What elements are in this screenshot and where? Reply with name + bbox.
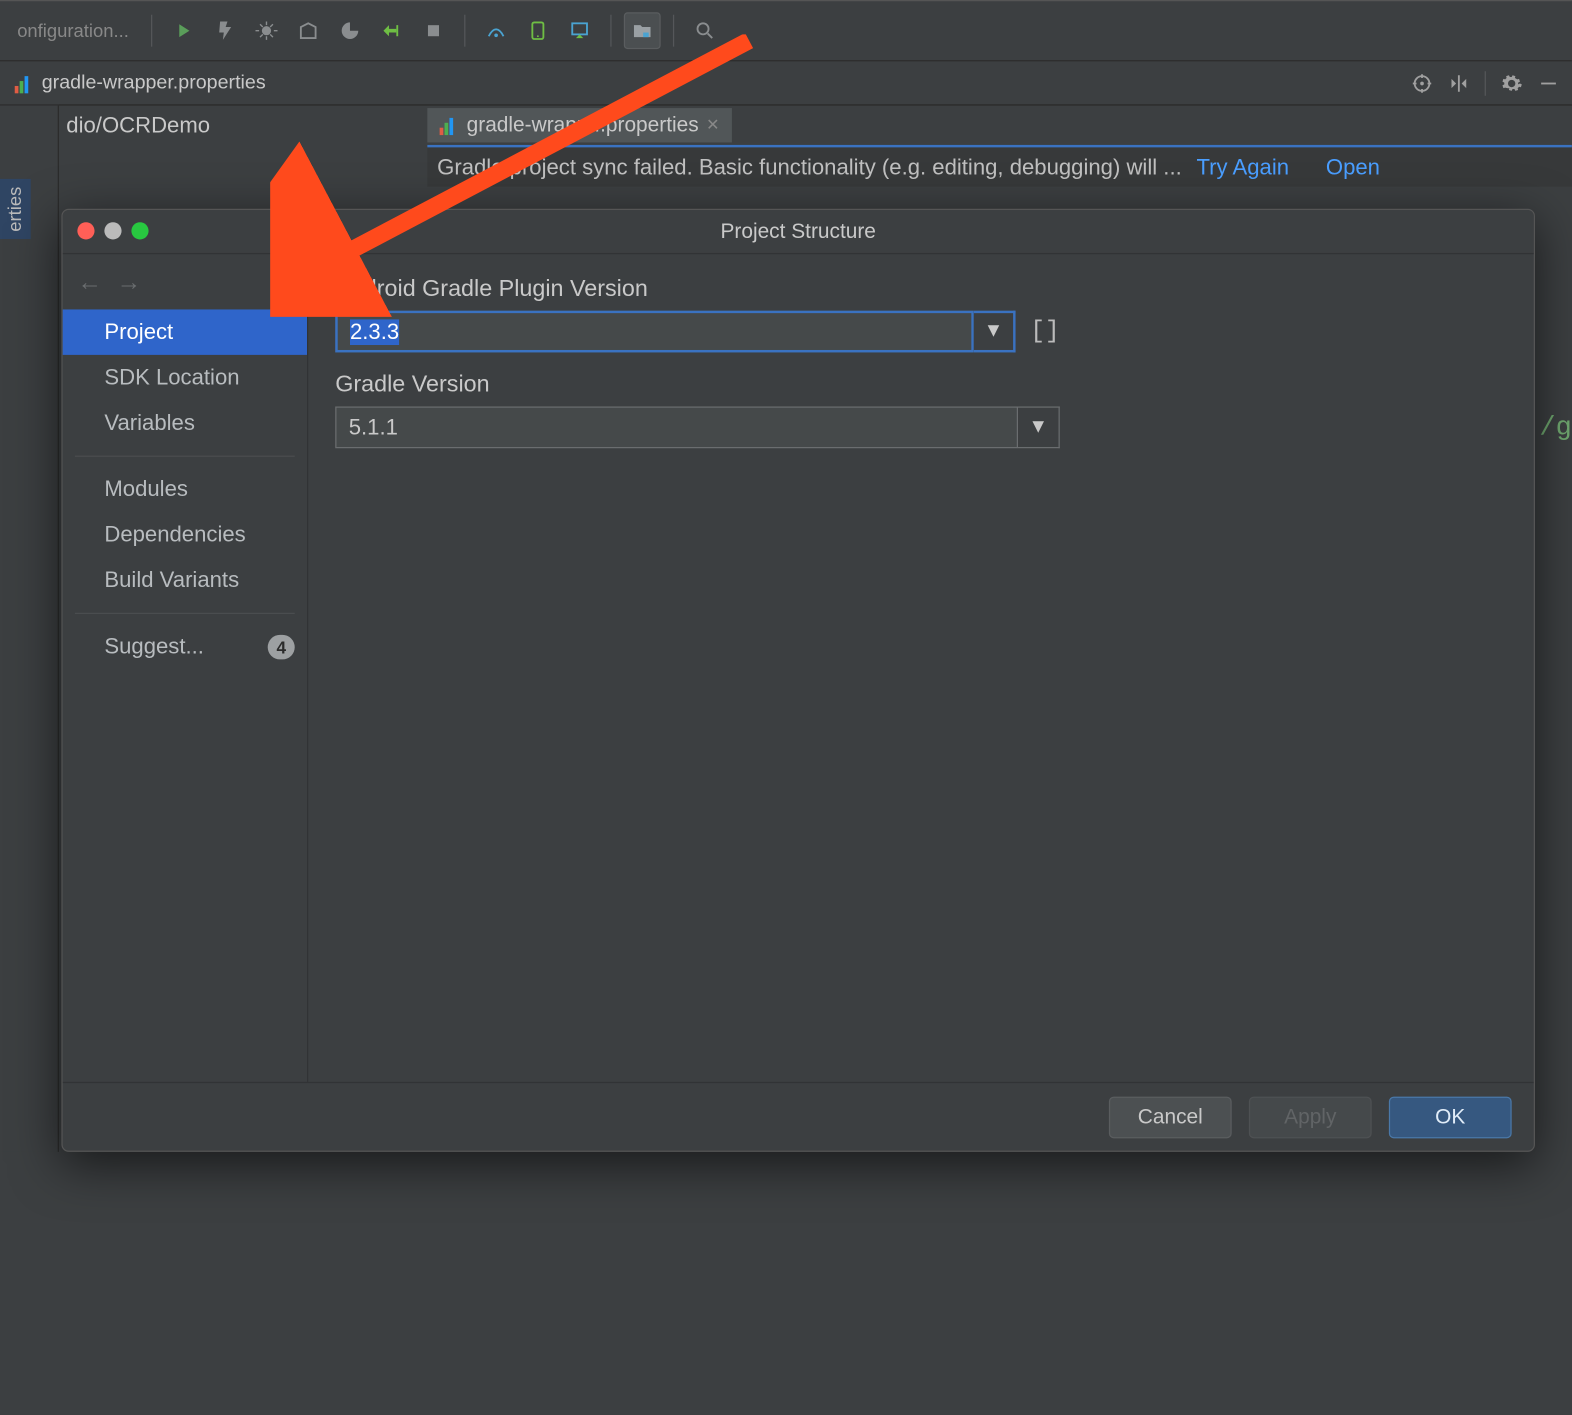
minimize-icon[interactable] — [1535, 69, 1562, 96]
search-icon[interactable] — [686, 12, 723, 49]
sidebar-item-modules[interactable]: Modules — [63, 467, 307, 512]
nav-back-icon[interactable]: ← — [77, 269, 102, 297]
sidebar-item-label: Project — [104, 319, 173, 344]
minimize-window-icon[interactable] — [104, 222, 121, 239]
dropdown-arrow-icon[interactable]: ▼ — [974, 311, 1016, 353]
profiler-icon[interactable] — [331, 12, 368, 49]
code-text: /g — [1539, 413, 1571, 444]
dialog-titlebar[interactable]: Project Structure — [63, 210, 1534, 254]
coverage-icon[interactable] — [290, 12, 327, 49]
dialog-title: Project Structure — [720, 219, 875, 244]
ok-button[interactable]: OK — [1389, 1096, 1512, 1138]
plugin-version-label: Android Gradle Plugin Version — [335, 276, 1507, 303]
dialog-sidebar: ← → Project SDK Location Variables Modul… — [63, 254, 309, 1082]
target-icon[interactable] — [1409, 69, 1436, 96]
sidebar-item-sdk-location[interactable]: SDK Location — [63, 355, 307, 400]
project-structure-icon[interactable] — [624, 12, 661, 49]
sdk-manager-icon[interactable] — [561, 12, 598, 49]
cancel-button[interactable]: Cancel — [1109, 1096, 1232, 1138]
dialog-main-panel: Android Gradle Plugin Version ▼ [] Gradl… — [308, 254, 1534, 1082]
plugin-version-combo[interactable]: ▼ [] — [335, 311, 1060, 353]
debug-icon[interactable] — [248, 12, 285, 49]
sidebar-item-project[interactable]: Project — [63, 309, 307, 354]
plugin-version-input[interactable] — [335, 311, 974, 353]
dropdown-arrow-icon[interactable]: ▼ — [1018, 406, 1060, 448]
main-toolbar: onfiguration... — [0, 0, 1572, 61]
gradle-version-label: Gradle Version — [335, 372, 1507, 399]
zoom-window-icon[interactable] — [131, 222, 148, 239]
editor-tab-label: gradle-wrapp...properties — [467, 113, 699, 138]
avd-manager-icon[interactable] — [519, 12, 556, 49]
sidebar-item-label: Modules — [104, 476, 188, 501]
sidebar-item-dependencies[interactable]: Dependencies — [63, 512, 307, 557]
try-again-link[interactable]: Try Again — [1196, 154, 1289, 180]
window-controls — [77, 222, 148, 239]
sidebar-item-label: Build Variants — [104, 567, 239, 592]
close-tab-icon[interactable]: ✕ — [706, 115, 719, 135]
sync-failure-banner: Gradle project sync failed. Basic functi… — [427, 145, 1571, 187]
properties-file-icon — [15, 73, 35, 93]
editor-tab[interactable]: gradle-wrapp...properties ✕ — [427, 108, 731, 142]
open-link[interactable]: Open — [1326, 154, 1380, 180]
gradle-version-combo[interactable]: ▼ — [335, 406, 1060, 448]
gradle-version-input[interactable] — [335, 406, 1018, 448]
brackets-hint: [] — [1030, 317, 1059, 345]
close-window-icon[interactable] — [77, 222, 94, 239]
stop-icon[interactable] — [415, 12, 452, 49]
left-tool-window-bar: erties — [0, 106, 59, 1152]
properties-file-icon — [440, 115, 460, 135]
sidebar-item-suggestions[interactable]: Suggest... 4 — [63, 624, 307, 669]
nav-forward-icon[interactable]: → — [117, 269, 142, 297]
breadcrumb-path[interactable]: dio/OCRDemo — [59, 106, 1572, 145]
sync-message: Gradle project sync failed. Basic functi… — [437, 154, 1182, 180]
attach-debug-icon[interactable] — [373, 12, 410, 49]
bolt-icon[interactable] — [206, 12, 243, 49]
run-config-dropdown[interactable]: onfiguration... — [7, 15, 138, 46]
sidebar-item-label: Suggest... — [104, 634, 204, 659]
sidebar-item-build-variants[interactable]: Build Variants — [63, 558, 307, 603]
sidebar-item-variables[interactable]: Variables — [63, 400, 307, 445]
dialog-footer: Cancel Apply OK — [63, 1082, 1534, 1151]
apply-button[interactable]: Apply — [1249, 1096, 1372, 1138]
sync-gradle-icon[interactable] — [478, 12, 515, 49]
sidebar-tab-vertical[interactable]: erties — [0, 179, 31, 239]
sidebar-item-label: Variables — [104, 410, 195, 435]
split-icon[interactable] — [1445, 69, 1472, 96]
gear-icon[interactable] — [1498, 69, 1525, 96]
sidebar-item-label: Dependencies — [104, 522, 245, 547]
sidebar-item-label: SDK Location — [104, 365, 239, 390]
project-structure-dialog: Project Structure ← → Project SDK Locati… — [61, 209, 1535, 1152]
run-icon[interactable] — [164, 12, 201, 49]
suggestions-badge: 4 — [268, 634, 295, 659]
